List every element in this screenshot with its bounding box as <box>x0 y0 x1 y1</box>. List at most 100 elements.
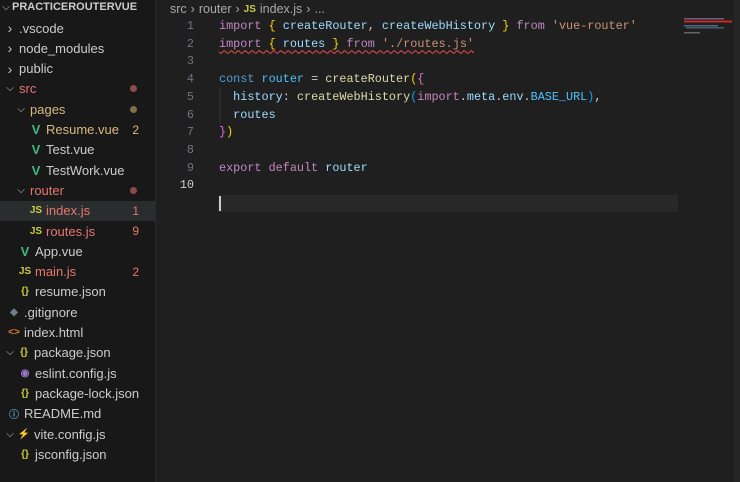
chevron-down-icon: ⌵ <box>6 347 14 359</box>
chevron-right-icon: › <box>7 60 13 77</box>
problem-count-badge: 9 <box>132 224 139 238</box>
tree-item-label: App.vue <box>35 243 83 259</box>
problem-count-badge: 1 <box>132 203 139 218</box>
chevron-right-icon: › <box>7 40 13 57</box>
line-number: 5 <box>186 89 194 104</box>
code-line-7: }) <box>219 125 234 140</box>
tree-item[interactable]: › .vscode <box>0 18 155 38</box>
vue-file-icon: V <box>20 243 30 259</box>
tree-item-label: router <box>30 182 64 198</box>
tree-item-label: index.html <box>24 325 84 340</box>
tree-item[interactable]: ⓘ README.md <box>0 404 155 424</box>
tree-item[interactable]: V App.vue <box>0 241 155 261</box>
chevron-down-icon: ⌵ <box>6 428 14 440</box>
modified-dot-icon <box>130 85 137 93</box>
tree-item[interactable]: JS index.js 1 <box>0 200 155 221</box>
text-cursor <box>219 196 221 211</box>
tree-item-label: src <box>19 81 37 97</box>
code-line-9: export default router <box>219 160 368 175</box>
vite-file-icon: ⚡ <box>17 428 31 440</box>
vue-file-icon: V <box>31 122 41 137</box>
vertical-scrollbar[interactable] <box>734 0 740 482</box>
html-file-icon: <> <box>8 327 20 338</box>
minimap[interactable] <box>684 18 732 34</box>
js-file-icon: JS <box>29 205 43 217</box>
tree-item-label: public <box>19 61 53 77</box>
breadcrumb-router[interactable]: router <box>199 2 232 16</box>
breadcrumb-file[interactable]: index.js <box>260 2 302 16</box>
tree-item[interactable]: › node_modules <box>0 38 155 58</box>
breadcrumb-symbols[interactable]: ... <box>314 2 324 16</box>
tree-item[interactable]: JS main.js 2 <box>0 262 155 282</box>
chevron-right-icon: › <box>7 20 13 36</box>
js-file-icon: JS <box>29 225 43 237</box>
tree-item-label: .vscode <box>19 20 64 36</box>
problem-count-badge: 2 <box>132 264 139 279</box>
tree-item[interactable]: ⌵ src <box>0 79 155 99</box>
info-file-icon: ⓘ <box>9 410 19 422</box>
line-number: 10 <box>179 178 194 193</box>
json-file-icon: {} <box>21 387 29 399</box>
line-number: 2 <box>186 36 194 51</box>
tree-item[interactable]: ⌵ router <box>0 180 155 200</box>
tree-item-label: main.js <box>35 264 77 280</box>
chevron-down-icon: ⌵ <box>17 103 25 115</box>
tree-item-label: jsconfig.json <box>35 446 107 462</box>
tree-item[interactable]: ◆ .gitignore <box>0 302 155 322</box>
tree-item-label: routes.js <box>46 223 96 239</box>
tree-item[interactable]: ⌵ pages <box>0 99 155 119</box>
breadcrumb: src › router › JS index.js › ... <box>170 1 325 17</box>
code-line-6: routes <box>233 107 276 122</box>
json-file-icon: {} <box>20 347 28 359</box>
tree-item[interactable]: {} package-lock.json <box>0 383 155 403</box>
chevron-right-icon: › <box>235 2 240 16</box>
tree-item[interactable]: {} resume.json <box>0 282 155 302</box>
code-line-1: import { createRouter, createWebHistory … <box>219 19 637 33</box>
tree-item[interactable]: JS routes.js 9 <box>0 221 155 241</box>
chevron-down-icon: ⌵ <box>6 83 14 95</box>
tree-item[interactable]: ⌵ ⚡ vite.config.js <box>0 424 155 444</box>
tree-item[interactable]: V Resume.vue 2 <box>0 120 155 140</box>
tree-item[interactable]: {} jsconfig.json <box>0 444 155 464</box>
chevron-right-icon: › <box>306 2 311 16</box>
json-file-icon: {} <box>21 286 29 298</box>
project-name: PRACTICEROUTERVUE <box>12 1 138 13</box>
explorer-sidebar: ⌵ PRACTICEROUTERVUE › .vscode › node_module… <box>0 0 156 482</box>
tree-item-label: Resume.vue <box>46 122 119 137</box>
tree-item-label: package-lock.json <box>35 385 140 401</box>
current-line-highlight <box>218 195 678 212</box>
line-number: 6 <box>186 107 194 122</box>
tree-item-label: package.json <box>34 345 111 361</box>
tree-item-label: pages <box>30 101 66 117</box>
explorer-root[interactable]: ⌵ PRACTICEROUTERVUE <box>0 0 155 17</box>
tree-item-label: README.md <box>24 406 102 422</box>
tree-item-label: Test.vue <box>46 142 95 158</box>
tree-item[interactable]: <> index.html <box>0 323 155 343</box>
js-file-icon: JS <box>243 3 256 15</box>
vue-file-icon: V <box>31 142 41 158</box>
json-file-icon: {} <box>21 448 29 460</box>
chevron-down-icon: ⌵ <box>17 184 25 196</box>
git-file-icon: ◆ <box>10 306 18 318</box>
code-line-2: import { routes } from './routes.js' <box>219 36 474 51</box>
tree-item[interactable]: ◉ eslint.config.js <box>0 363 155 383</box>
vue-file-icon: V <box>31 162 41 178</box>
chevron-down-icon: ⌵ <box>2 1 10 13</box>
tree-item[interactable]: V TestWork.vue <box>0 160 155 180</box>
tree-item[interactable]: V Test.vue <box>0 140 155 160</box>
chevron-right-icon: › <box>190 2 195 16</box>
breadcrumb-src[interactable]: src <box>170 2 187 16</box>
line-number: 8 <box>186 142 194 157</box>
modified-dot-icon <box>130 105 137 113</box>
problem-count-badge: 2 <box>132 122 139 137</box>
tree-item[interactable]: › public <box>0 59 155 79</box>
tree-item-label: eslint.config.js <box>35 365 117 381</box>
line-number: 1 <box>186 19 194 33</box>
tree-item-label: node_modules <box>19 40 105 56</box>
tree-item[interactable]: ⌵ {} package.json <box>0 343 155 363</box>
modified-dot-icon <box>130 186 137 194</box>
js-file-icon: JS <box>18 266 32 278</box>
tree-item-label: resume.json <box>35 284 106 300</box>
code-line-5: history: createWebHistory(import.meta.en… <box>233 89 602 104</box>
editor[interactable]: src › router › JS index.js › ... 1234567891… <box>156 0 740 482</box>
